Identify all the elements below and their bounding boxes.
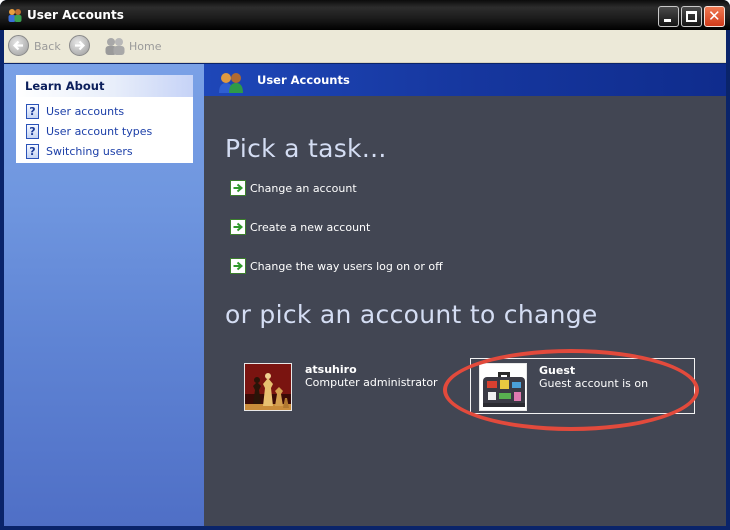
left-task-pane: Learn About ? User accounts ? User accou… (4, 64, 204, 526)
suitcase-avatar (479, 363, 527, 411)
pick-account-heading: or pick an account to change (225, 300, 598, 329)
pick-task-heading: Pick a task... (225, 134, 387, 163)
home-users-icon[interactable] (104, 36, 126, 56)
task-change-account[interactable]: Change an account (230, 180, 357, 196)
minimize-button[interactable] (658, 6, 679, 27)
window-bottom-border (0, 526, 730, 530)
account-description: Guest account is on (539, 377, 649, 390)
chess-pieces-avatar (244, 363, 292, 411)
help-icon: ? (26, 123, 39, 139)
user-accounts-window: User Accounts ✕ Back Home Learn About ? … (0, 0, 730, 530)
task-change-logon[interactable]: Change the way users log on or off (230, 258, 443, 274)
main-content-pane: User Accounts Pick a task... Change an a… (204, 64, 726, 526)
navigation-toolbar: Back Home (4, 30, 726, 63)
account-name: Guest (539, 364, 576, 377)
learn-about-box: Learn About ? User accounts ? User accou… (16, 75, 193, 163)
green-arrow-icon (230, 180, 246, 196)
task-label[interactable]: Change an account (250, 182, 357, 195)
learn-item-user-accounts[interactable]: ? User accounts (26, 101, 193, 121)
account-tile-guest[interactable]: Guest Guest account is on (470, 358, 695, 414)
back-button[interactable] (8, 35, 29, 56)
user-accounts-icon (8, 9, 22, 22)
account-description: Computer administrator (305, 376, 438, 389)
learn-link-label[interactable]: User account types (46, 125, 152, 138)
green-arrow-icon (230, 219, 246, 235)
learn-about-heading: Learn About (16, 75, 193, 97)
forward-arrow-icon (75, 40, 86, 51)
account-name: atsuhiro (305, 363, 357, 376)
learn-item-switching-users[interactable]: ? Switching users (26, 141, 193, 161)
close-icon: ✕ (708, 7, 721, 25)
green-arrow-icon (230, 258, 246, 274)
content-header-title: User Accounts (257, 73, 350, 87)
back-arrow-icon (12, 40, 23, 51)
learn-link-label[interactable]: User accounts (46, 105, 124, 118)
task-label[interactable]: Create a new account (250, 221, 370, 234)
learn-link-label[interactable]: Switching users (46, 145, 133, 158)
account-tile-atsuhiro[interactable]: atsuhiro Computer administrator (238, 358, 448, 414)
close-button[interactable]: ✕ (704, 6, 725, 27)
maximize-button[interactable] (681, 6, 702, 27)
window-title: User Accounts (27, 8, 124, 22)
help-icon: ? (26, 103, 39, 119)
learn-about-list: ? User accounts ? User account types ? S… (16, 97, 193, 161)
task-label[interactable]: Change the way users log on or off (250, 260, 443, 273)
maximize-icon (686, 11, 697, 22)
user-accounts-header-icon (219, 73, 243, 93)
back-label[interactable]: Back (34, 40, 61, 53)
minimize-icon (664, 19, 671, 22)
task-create-account[interactable]: Create a new account (230, 219, 370, 235)
forward-button[interactable] (69, 35, 90, 56)
home-label[interactable]: Home (129, 40, 161, 53)
learn-item-account-types[interactable]: ? User account types (26, 121, 193, 141)
help-icon: ? (26, 143, 39, 159)
content-header: User Accounts (204, 64, 726, 96)
title-bar[interactable]: User Accounts ✕ (0, 0, 730, 30)
